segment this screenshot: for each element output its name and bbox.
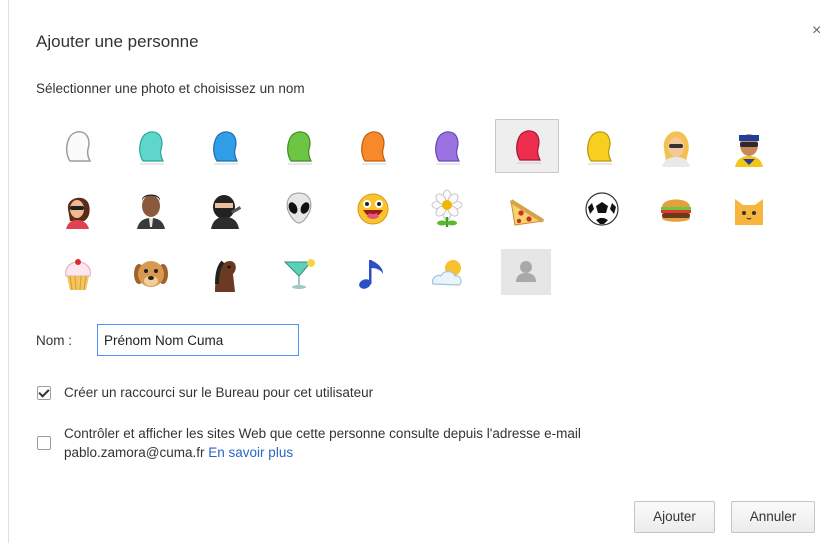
shortcut-label: Créer un raccourci sur le Bureau pour ce… [64,385,374,400]
dialog-left-border [8,0,9,543]
avatar-pizza-icon[interactable] [501,183,553,235]
avatar-generic-red-icon[interactable] [495,119,559,173]
avatar-businessman-icon[interactable] [125,183,177,235]
supervise-label: Contrôler et afficher les sites Web que … [64,424,581,462]
close-icon[interactable]: × [812,22,821,40]
dialog-title: Ajouter une personne [36,32,199,51]
learn-more-link[interactable]: En savoir plus [208,445,293,460]
avatar-soccer-ball-icon[interactable] [576,183,628,235]
avatar-woman-sunglasses-icon[interactable] [52,183,104,235]
avatar-cocktail-icon[interactable] [273,248,325,300]
avatar-businesswoman-icon[interactable] [650,121,702,173]
add-button[interactable]: Ajouter [634,501,715,533]
avatar-horse-icon[interactable] [199,248,251,300]
avatar-awesome-smiley-icon[interactable] [347,183,399,235]
avatar-ninja-icon[interactable] [199,183,251,235]
avatar-flower-icon[interactable] [421,183,473,235]
avatar-generic-orange-icon[interactable] [347,121,399,173]
avatar-music-note-icon[interactable] [347,248,399,300]
avatar-dog-icon[interactable] [125,248,177,300]
avatar-profile-placeholder-icon[interactable] [501,249,551,295]
avatar-generic-blue-icon[interactable] [199,121,251,173]
add-person-dialog: Ajouter une personne × Sélectionner une … [0,0,827,543]
avatar-ninja-hero-icon[interactable] [723,121,775,173]
avatar-cat-icon[interactable] [723,183,775,235]
avatar-cupcake-icon[interactable] [52,248,104,300]
avatar-alien-icon[interactable] [273,183,325,235]
avatar-generic-green-icon[interactable] [273,121,325,173]
avatar-generic-aqua-icon[interactable] [125,121,177,173]
dialog-subtitle: Sélectionner une photo et choisissez un … [36,81,305,96]
avatar-generic-white-icon[interactable] [52,121,104,173]
cancel-button[interactable]: Annuler [731,501,815,533]
supervise-email: pablo.zamora@cuma.fr [64,445,205,460]
avatar-burger-icon[interactable] [650,183,702,235]
name-label: Nom : [36,333,73,348]
supervise-checkbox[interactable] [37,436,51,450]
supervise-label-text: Contrôler et afficher les sites Web que … [64,426,581,441]
avatar-generic-yellow-icon[interactable] [573,121,625,173]
shortcut-checkbox[interactable] [37,386,51,400]
avatar-generic-purple-icon[interactable] [421,121,473,173]
name-input[interactable] [97,324,299,356]
avatar-sun-cloud-icon[interactable] [421,248,473,300]
